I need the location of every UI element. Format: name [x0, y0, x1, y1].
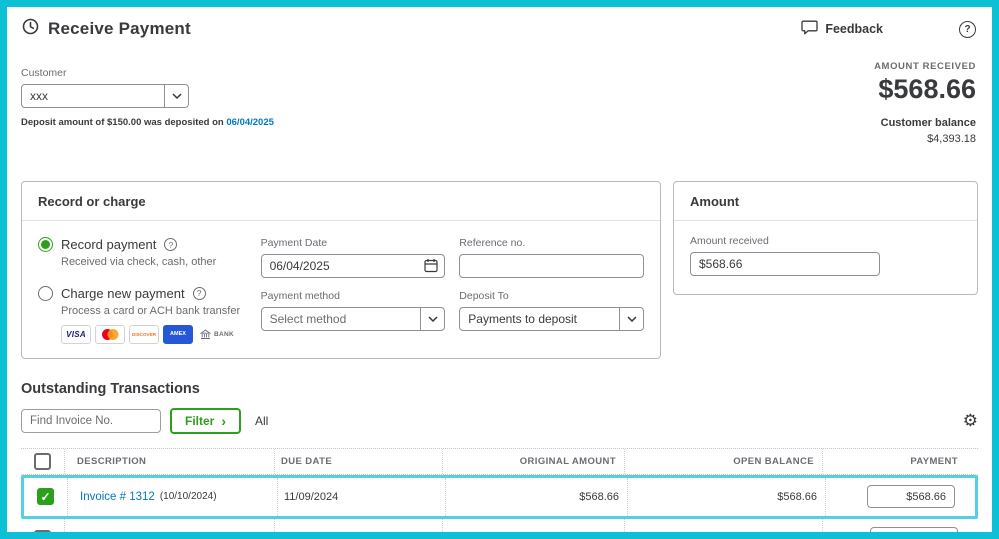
amount-received-input[interactable]	[690, 252, 880, 276]
reference-no-input[interactable]	[459, 254, 644, 278]
payment-cell	[826, 478, 975, 516]
table-header-row: ✓ DESCRIPTION DUE DATE ORIGINAL AMOUNT O…	[21, 447, 978, 475]
customer-label: Customer	[21, 67, 67, 79]
feedback-button[interactable]: Feedback	[801, 20, 883, 38]
amount-received-caption: AMOUNT RECEIVED	[874, 61, 976, 72]
top-bar: Receive Payment Feedback ?	[7, 7, 992, 47]
amount-received-total: $568.66	[878, 74, 976, 104]
payment-date-input[interactable]	[260, 254, 446, 278]
feedback-bubble-icon	[801, 20, 818, 38]
col-header-description[interactable]: DESCRIPTION	[65, 448, 275, 474]
card-brands-row: VISA DISCOVER AMEX BANK	[61, 324, 247, 344]
bank-icon: BANK	[200, 328, 234, 340]
amex-icon: AMEX	[163, 324, 193, 344]
open-balance-cell: $568.66	[628, 477, 826, 516]
discover-icon: DISCOVER	[129, 324, 159, 344]
select-all-cell: ✓	[21, 448, 65, 474]
record-or-charge-panel: Record or charge Record payment ? Receiv…	[21, 181, 661, 359]
record-or-charge-title: Record or charge	[22, 182, 660, 221]
payment-input[interactable]	[867, 485, 955, 508]
recent-transactions-clock-icon[interactable]	[21, 17, 40, 41]
customer-select-value: xxx	[30, 89, 48, 103]
payment-date-label: Payment Date	[260, 237, 328, 249]
charge-new-payment-option[interactable]: Charge new payment ?	[38, 285, 247, 301]
question-circle-icon[interactable]: ?	[164, 238, 178, 251]
deposit-to-label: Deposit To	[459, 290, 509, 302]
deposit-note-text: Deposit amount of $150.00 was deposited …	[21, 117, 227, 128]
invoice-date: (10/10/2024)	[159, 491, 217, 502]
filter-button-label: Filter	[185, 413, 215, 428]
deposit-to-select[interactable]: Payments to deposit	[459, 307, 644, 331]
due-date-cell: 11/09/2024	[278, 477, 446, 516]
row-checkbox[interactable]: ✓	[37, 488, 54, 505]
col-header-due-date[interactable]: DUE DATE	[275, 448, 443, 474]
invoice-link[interactable]: Invoice # 1312	[80, 491, 155, 503]
reference-no-label: Reference no.	[459, 237, 526, 249]
customer-select[interactable]: xxx	[21, 84, 189, 108]
filter-button[interactable]: Filter ›	[170, 407, 242, 434]
record-payment-option[interactable]: Record payment ?	[38, 237, 247, 252]
open-balance-cell: $568.66	[625, 518, 823, 532]
record-payment-sublabel: Received via check, cash, other	[61, 256, 217, 268]
description-cell: Invoice # 1312 (10/10/2024)	[68, 477, 278, 516]
payment-method-select[interactable]: Select method	[260, 307, 446, 331]
calendar-icon[interactable]	[424, 258, 438, 278]
payment-cell	[823, 519, 978, 532]
filter-all-label: All	[255, 413, 269, 428]
payment-method-label: Payment method	[260, 290, 340, 302]
question-circle-icon[interactable]: ?	[192, 286, 206, 300]
invoice-date: (10/10/2024)	[156, 532, 214, 539]
page-title: Receive Payment	[48, 19, 191, 38]
record-payment-label: Record payment	[61, 237, 157, 252]
deposit-note-date-link[interactable]: 06/04/2025	[226, 117, 274, 128]
amount-panel-title: Amount	[674, 182, 977, 221]
payment-method-value: Select method	[269, 312, 347, 326]
record-payment-radio[interactable]	[38, 237, 53, 252]
original-amount-cell: $568.66	[446, 477, 628, 516]
original-amount-cell: $568.66	[443, 518, 625, 532]
chevron-down-icon[interactable]	[164, 85, 188, 107]
amount-panel: Amount Amount received	[673, 181, 978, 295]
charge-new-payment-label: Charge new payment	[61, 285, 185, 301]
receive-payment-page: Receive Payment Feedback ? Customer xxx	[0, 0, 999, 539]
upper-section: Customer xxx Deposit amount of $150.00 w…	[7, 47, 992, 145]
row-select-cell: ✓	[24, 477, 68, 516]
check-icon: ✓	[40, 489, 51, 504]
find-invoice-input[interactable]	[21, 408, 161, 433]
description-cell: Invoice # 1313 (10/10/2024)	[65, 518, 275, 539]
row-select-cell: ✓	[21, 518, 65, 532]
charge-new-payment-radio[interactable]	[38, 285, 53, 301]
deposit-note: Deposit amount of $150.00 was deposited …	[21, 117, 274, 128]
outstanding-transactions-title: Outstanding Transactions	[21, 380, 200, 397]
due-date-cell: 11/09/2024	[275, 518, 443, 532]
col-header-payment[interactable]: PAYMENT	[823, 449, 978, 474]
chevron-down-icon[interactable]	[420, 308, 444, 330]
transactions-table: ✓ DESCRIPTION DUE DATE ORIGINAL AMOUNT O…	[21, 447, 978, 539]
chevron-right-icon: ›	[221, 412, 227, 429]
amount-summary: AMOUNT RECEIVED $568.66 Customer balance…	[874, 53, 976, 145]
panels-row: Record or charge Record payment ? Receiv…	[7, 181, 992, 359]
col-header-open-balance[interactable]: OPEN BALANCE	[625, 448, 823, 474]
table-row: ✓ Invoice # 1312 (10/10/2024) 11/09/2024…	[21, 474, 978, 519]
customer-balance-value: $4,393.18	[927, 133, 976, 145]
table-row: ✓ Invoice # 1313 (10/10/2024) 11/09/2024…	[21, 518, 978, 539]
col-header-original-amount[interactable]: ORIGINAL AMOUNT	[443, 448, 625, 474]
chevron-down-icon[interactable]	[619, 308, 643, 330]
row-checkbox[interactable]: ✓	[34, 529, 51, 532]
outstanding-transactions-section: Outstanding Transactions Filter › All ⚙ …	[7, 380, 992, 539]
payment-input[interactable]	[870, 526, 958, 532]
invoice-link[interactable]: Invoice # 1313	[77, 532, 152, 539]
customer-balance-label: Customer balance	[880, 117, 976, 129]
gear-icon[interactable]: ⚙	[963, 411, 978, 431]
deposit-to-value: Payments to deposit	[468, 312, 578, 326]
charge-new-payment-sublabel: Process a card or ACH bank transfer	[61, 304, 241, 317]
transactions-controls: Filter › All ⚙	[21, 407, 978, 434]
visa-icon: VISA	[61, 324, 91, 344]
mastercard-icon	[95, 324, 125, 344]
select-all-checkbox[interactable]: ✓	[34, 452, 51, 470]
help-icon[interactable]: ?	[959, 20, 976, 38]
feedback-label: Feedback	[825, 22, 883, 36]
amount-received-label: Amount received	[690, 235, 769, 247]
